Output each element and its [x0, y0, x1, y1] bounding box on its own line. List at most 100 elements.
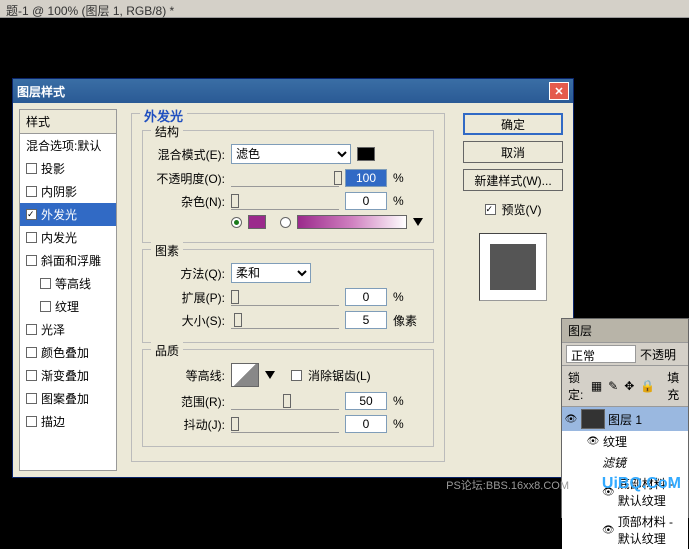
layer-row[interactable]: 图层 1: [562, 407, 688, 431]
spread-unit: %: [393, 290, 423, 304]
style-label: 等高线: [55, 275, 91, 292]
lock-label: 锁定:: [568, 369, 585, 403]
new-style-button[interactable]: 新建样式(W)...: [463, 169, 563, 191]
lock-all-icon[interactable]: 🔒: [640, 379, 655, 393]
layer-style-dialog: 图层样式 ✕ 样式 混合选项:默认 投影内阴影外发光内发光斜面和浮雕等高线纹理光…: [12, 78, 574, 478]
style-label: 颜色叠加: [41, 344, 89, 361]
preview-swatch: [490, 244, 536, 290]
layer-opacity-label: 不透明: [640, 346, 676, 363]
contour-label: 等高线:: [153, 367, 225, 384]
style-item[interactable]: 斜面和浮雕: [20, 249, 116, 272]
method-select[interactable]: 柔和: [231, 263, 311, 283]
style-label: 投影: [41, 160, 65, 177]
style-label: 内发光: [41, 229, 77, 246]
visibility-icon[interactable]: [564, 413, 578, 425]
layer-blend-select[interactable]: 正常: [566, 345, 636, 363]
ok-button[interactable]: 确定: [463, 113, 563, 135]
lock-row: 锁定: ▦ ✎ ✥ 🔒 填充: [562, 365, 688, 407]
style-checkbox[interactable]: [26, 232, 37, 243]
lock-move-icon[interactable]: ✥: [624, 379, 634, 393]
layers-tab[interactable]: 图层: [562, 319, 688, 343]
watermark: UiBQ.CoM: [602, 475, 681, 493]
antialias-checkbox[interactable]: [291, 370, 302, 381]
size-slider[interactable]: [231, 311, 339, 329]
noise-input[interactable]: 0: [345, 192, 387, 210]
gradient-radio[interactable]: [280, 217, 291, 228]
blend-mode-label: 混合模式(E):: [153, 146, 225, 163]
noise-label: 杂色(N):: [153, 193, 225, 210]
structure-title: 结构: [151, 123, 183, 140]
preview-checkbox[interactable]: [485, 204, 496, 215]
jitter-input[interactable]: 0: [345, 415, 387, 433]
contour-picker[interactable]: [231, 363, 259, 387]
fx-label: 滤镜: [602, 454, 626, 471]
opacity-label: 不透明度(O):: [153, 170, 225, 187]
visibility-icon[interactable]: [586, 436, 600, 448]
fx-sub-row[interactable]: 顶部材料 - 默认纹理: [562, 511, 688, 549]
size-unit: 像素: [393, 312, 423, 329]
overflow-swatch[interactable]: [357, 147, 375, 161]
noise-slider[interactable]: [231, 192, 339, 210]
visibility-icon[interactable]: [602, 524, 615, 536]
style-checkbox[interactable]: [26, 393, 37, 404]
lock-brush-icon[interactable]: ✎: [608, 379, 618, 393]
blend-options-item[interactable]: 混合选项:默认: [20, 134, 116, 157]
jitter-slider[interactable]: [231, 415, 339, 433]
style-item[interactable]: 内发光: [20, 226, 116, 249]
dropdown-icon[interactable]: [413, 218, 423, 226]
watermark2: PS论坛:BBS.16xx8.COM: [446, 477, 569, 493]
opacity-input[interactable]: 100: [345, 169, 387, 187]
style-checkbox[interactable]: [26, 324, 37, 335]
spread-label: 扩展(P):: [153, 289, 225, 306]
style-item[interactable]: 纹理: [20, 295, 116, 318]
range-input[interactable]: 50: [345, 392, 387, 410]
style-item[interactable]: 图案叠加: [20, 387, 116, 410]
gradient-swatch[interactable]: [297, 215, 407, 229]
style-label: 外发光: [41, 206, 77, 223]
style-item[interactable]: 颜色叠加: [20, 341, 116, 364]
style-item[interactable]: 渐变叠加: [20, 364, 116, 387]
style-checkbox[interactable]: [40, 278, 51, 289]
style-label: 斜面和浮雕: [41, 252, 101, 269]
noise-unit: %: [393, 194, 423, 208]
fill-label: 填充: [667, 369, 682, 403]
style-item[interactable]: 内阴影: [20, 180, 116, 203]
blend-mode-select[interactable]: 滤色: [231, 144, 351, 164]
style-checkbox[interactable]: [26, 186, 37, 197]
style-checkbox[interactable]: [26, 370, 37, 381]
size-input[interactable]: 5: [345, 311, 387, 329]
opacity-slider[interactable]: [231, 169, 339, 187]
style-checkbox[interactable]: [26, 347, 37, 358]
jitter-unit: %: [393, 417, 423, 431]
color-radio[interactable]: [231, 217, 242, 228]
color-swatch[interactable]: [248, 215, 266, 229]
style-item[interactable]: 投影: [20, 157, 116, 180]
style-checkbox[interactable]: [26, 163, 37, 174]
method-label: 方法(Q):: [153, 265, 225, 282]
styles-column: 样式 混合选项:默认 投影内阴影外发光内发光斜面和浮雕等高线纹理光泽颜色叠加渐变…: [19, 109, 117, 471]
fx-row[interactable]: 滤镜: [562, 452, 688, 473]
contour-dropdown-icon[interactable]: [265, 371, 275, 379]
lock-pixels-icon[interactable]: ▦: [591, 379, 602, 393]
style-checkbox[interactable]: [26, 416, 37, 427]
spread-slider[interactable]: [231, 288, 339, 306]
style-checkbox[interactable]: [26, 255, 37, 266]
antialias-label: 消除锯齿(L): [308, 367, 371, 384]
size-label: 大小(S):: [153, 312, 225, 329]
style-item[interactable]: 光泽: [20, 318, 116, 341]
close-icon[interactable]: ✕: [549, 82, 569, 100]
style-item[interactable]: 描边: [20, 410, 116, 433]
layer-thumbnail[interactable]: [581, 409, 605, 429]
spread-input[interactable]: 0: [345, 288, 387, 306]
fx-row[interactable]: 纹理: [562, 431, 688, 452]
style-checkbox[interactable]: [26, 209, 37, 220]
dialog-titlebar[interactable]: 图层样式 ✕: [13, 79, 573, 103]
styles-header[interactable]: 样式: [20, 110, 116, 134]
style-item[interactable]: 外发光: [20, 203, 116, 226]
style-label: 内阴影: [41, 183, 77, 200]
range-slider[interactable]: [231, 392, 339, 410]
preview-box: [479, 233, 547, 301]
cancel-button[interactable]: 取消: [463, 141, 563, 163]
style-item[interactable]: 等高线: [20, 272, 116, 295]
style-checkbox[interactable]: [40, 301, 51, 312]
